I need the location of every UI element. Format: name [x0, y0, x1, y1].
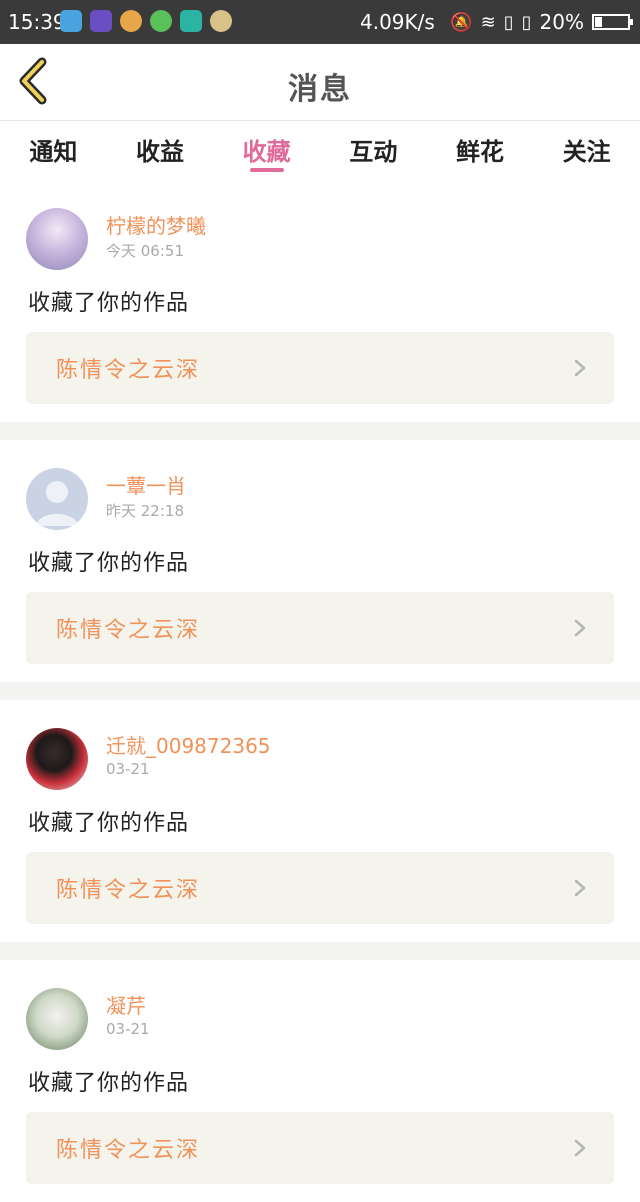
timestamp: 03-21: [106, 1020, 150, 1038]
username[interactable]: 凝芹: [106, 990, 146, 1019]
work-title: 陈情令之云深: [56, 1138, 201, 1163]
timestamp: 今天 06:51: [106, 242, 184, 260]
avatar[interactable]: [26, 988, 88, 1050]
work-title: 陈情令之云深: [56, 358, 201, 383]
list-item: 一蕈一肖 昨天 22:18 收藏了你的作品 陈情令之云深: [0, 440, 640, 682]
status-time: 15:39: [8, 10, 66, 34]
app-header: 消息: [0, 44, 640, 121]
work-title: 陈情令之云深: [56, 618, 201, 643]
status-right: 🔕 ≋ ▯ ▯ 20%: [450, 10, 633, 34]
username[interactable]: 柠檬的梦曦: [106, 210, 206, 239]
app-icon: [120, 10, 142, 32]
sim2-icon: ▯: [521, 11, 532, 33]
work-link[interactable]: 陈情令之云深: [26, 592, 614, 664]
tab-notice[interactable]: 通知: [0, 120, 107, 180]
page-title: 消息: [288, 72, 352, 107]
message-list: 柠檬的梦曦 今天 06:51 收藏了你的作品 陈情令之云深 一蕈一肖 昨天 22…: [0, 180, 640, 1202]
action-text: 收藏了你的作品: [28, 291, 190, 316]
battery-percent: 20%: [539, 10, 584, 34]
avatar[interactable]: [26, 728, 88, 790]
username[interactable]: 一蕈一肖: [106, 470, 186, 499]
qq-icon: [60, 10, 82, 32]
tab-favorites[interactable]: 收藏: [213, 120, 320, 180]
sim1-icon: ▯: [503, 11, 514, 33]
mute-icon: 🔕: [450, 11, 473, 33]
network-speed: 4.09K/s: [360, 10, 435, 34]
scan-icon: [180, 10, 202, 32]
default-avatar-icon: [36, 481, 78, 526]
tab-bar: 通知 收益 收藏 互动 鲜花 关注: [0, 120, 640, 180]
notification-icons: [60, 10, 232, 32]
divider: [0, 682, 640, 700]
work-link[interactable]: 陈情令之云深: [26, 332, 614, 404]
work-link[interactable]: 陈情令之云深: [26, 852, 614, 924]
tab-follow[interactable]: 关注: [533, 120, 640, 180]
list-item: 凝芹 03-21 收藏了你的作品 陈情令之云深: [0, 960, 640, 1202]
avatar[interactable]: [26, 208, 88, 270]
action-text: 收藏了你的作品: [28, 1071, 190, 1096]
tab-interaction[interactable]: 互动: [320, 120, 427, 180]
avatar[interactable]: [26, 468, 88, 530]
list-item: 迁就_009872365 03-21 收藏了你的作品 陈情令之云深: [0, 700, 640, 942]
tower-icon: [90, 10, 112, 32]
wifi-icon: ≋: [480, 11, 496, 33]
action-text: 收藏了你的作品: [28, 811, 190, 836]
divider: [0, 942, 640, 960]
chevron-right-icon: [574, 1139, 586, 1157]
battery-icon: [592, 14, 633, 30]
chevron-right-icon: [574, 359, 586, 377]
emoji-icon: [210, 10, 232, 32]
username[interactable]: 迁就_009872365: [106, 730, 271, 759]
chevron-right-icon: [574, 879, 586, 897]
work-title: 陈情令之云深: [56, 878, 201, 903]
work-link[interactable]: 陈情令之云深: [26, 1112, 614, 1184]
browser-icon: [150, 10, 172, 32]
status-bar: 15:39 4.09K/s 🔕 ≋ ▯ ▯ 20%: [0, 0, 640, 44]
chevron-right-icon: [574, 619, 586, 637]
timestamp: 昨天 22:18: [106, 502, 184, 520]
divider: [0, 422, 640, 440]
timestamp: 03-21: [106, 760, 150, 778]
action-text: 收藏了你的作品: [28, 551, 190, 576]
tab-income[interactable]: 收益: [107, 120, 214, 180]
tab-flowers[interactable]: 鲜花: [427, 120, 534, 180]
list-item: 柠檬的梦曦 今天 06:51 收藏了你的作品 陈情令之云深: [0, 180, 640, 422]
